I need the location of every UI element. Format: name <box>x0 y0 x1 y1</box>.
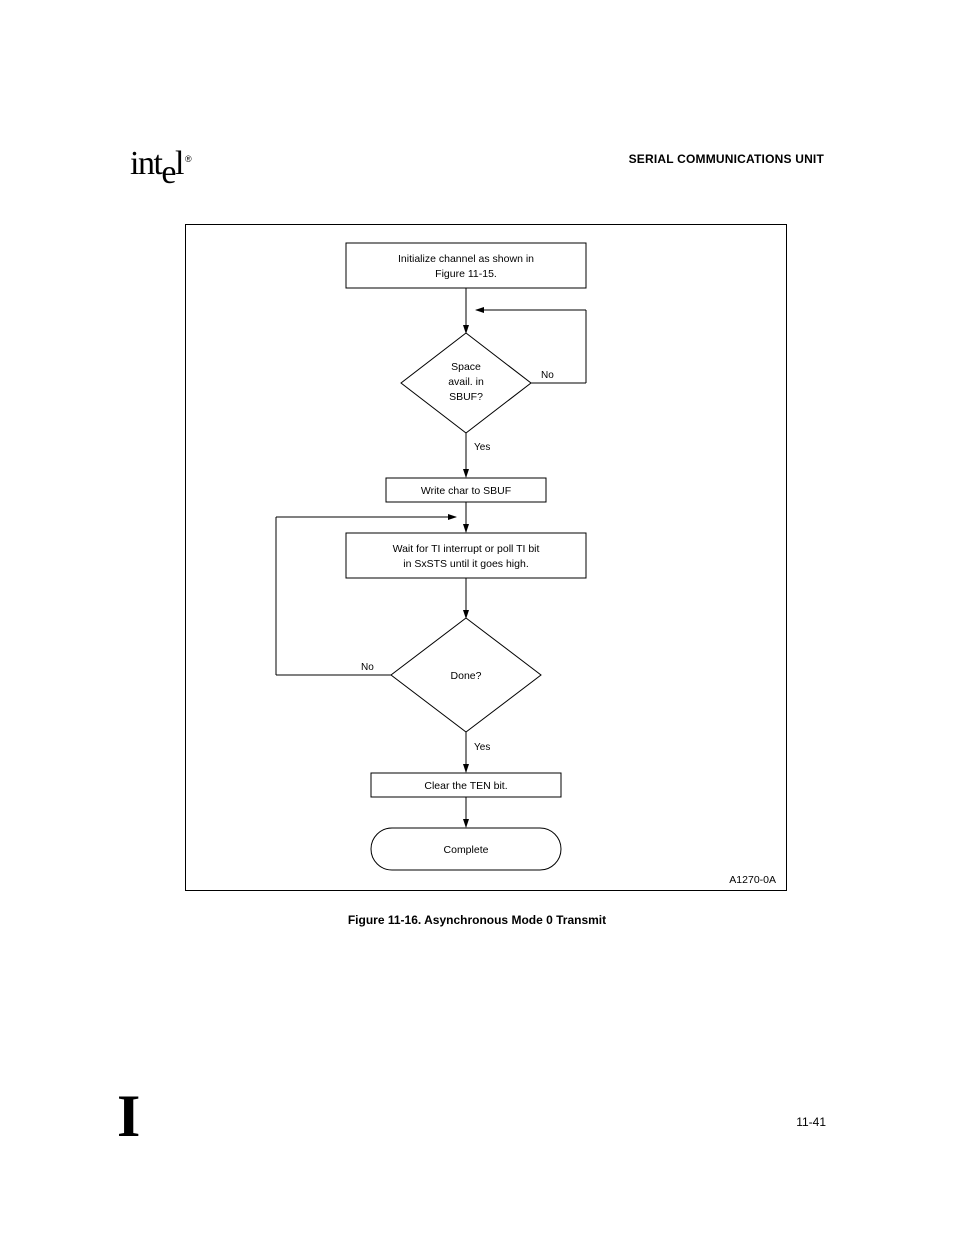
step-initialize <box>346 243 586 288</box>
terminator-complete-label: Complete <box>444 844 489 856</box>
decision1-yes-label: Yes <box>474 442 490 453</box>
brand-logo: intel® <box>130 145 190 183</box>
figure-caption: Figure 11-16. Asynchronous Mode 0 Transm… <box>0 913 954 927</box>
step-clear-ten-label: Clear the TEN bit. <box>424 780 507 792</box>
footer-mark: I <box>117 1082 140 1151</box>
step-wait-ti <box>346 533 586 578</box>
step-wait-ti-line1: Wait for TI interrupt or poll TI bit <box>393 543 540 555</box>
diagram-code: A1270-0A <box>729 874 776 886</box>
step-wait-ti-line2: in SxSTS until it goes high. <box>403 558 528 570</box>
flowchart: Initialize channel as shown in Figure 11… <box>186 225 786 890</box>
decision-sbuf-line2: avail. in <box>448 376 484 388</box>
page-number: 11-41 <box>796 1115 826 1129</box>
step-write-char-label: Write char to SBUF <box>421 485 511 497</box>
decision1-no-label: No <box>541 370 554 381</box>
logo-part1: int <box>130 145 161 182</box>
header-title: SERIAL COMMUNICATIONS UNIT <box>629 152 824 166</box>
decision-sbuf-line1: Space <box>451 361 481 373</box>
decision-done-label: Done? <box>451 670 482 682</box>
logo-part2: l <box>175 145 183 182</box>
decision-sbuf-line3: SBUF? <box>449 391 483 403</box>
decision2-yes-label: Yes <box>474 742 490 753</box>
registered-icon: ® <box>185 154 190 164</box>
decision2-no-label: No <box>361 662 374 673</box>
step-initialize-line1: Initialize channel as shown in <box>398 253 534 265</box>
logo-e: e <box>161 154 175 192</box>
flowchart-frame: Initialize channel as shown in Figure 11… <box>185 224 787 891</box>
step-initialize-line2: Figure 11-15. <box>435 268 497 280</box>
